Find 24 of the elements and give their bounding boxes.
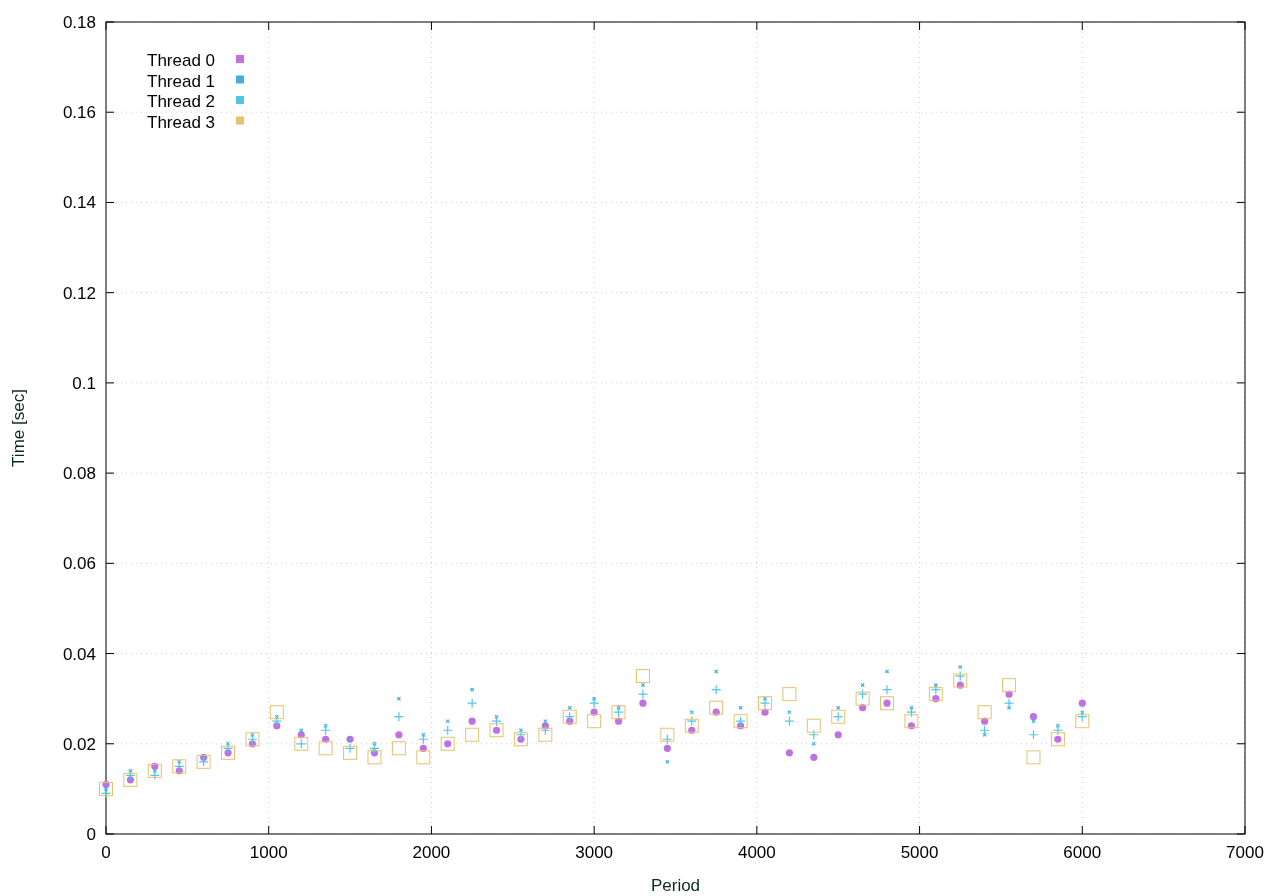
legend-label: Thread 1 [147, 71, 216, 91]
y-tick-label: 0.08 [62, 464, 96, 484]
x-tick-label: 2000 [412, 843, 451, 862]
x-tick-label: 1000 [249, 843, 288, 862]
y-axis-label: Time [sec] [9, 389, 28, 467]
x-tick-label: 0 [101, 843, 111, 862]
y-tick-label: 0.16 [62, 103, 96, 123]
x-tick-label: 3000 [575, 843, 614, 862]
y-tick-label: 0.12 [62, 283, 96, 303]
legend-label: Thread 0 [147, 51, 216, 70]
y-tick-label: 0 [86, 825, 96, 844]
y-tick-label: 0.02 [62, 734, 96, 754]
y-tick-label: 0.14 [62, 193, 96, 213]
x-axis-label: Period [650, 876, 701, 895]
x-tick-label: 5000 [900, 843, 939, 862]
y-tick-label: 0.1 [72, 373, 96, 393]
legend-label: Thread 3 [147, 112, 216, 132]
x-tick-label: 7000 [1226, 843, 1264, 862]
y-tick-label: 0.04 [62, 644, 96, 664]
y-tick-label: 0.18 [62, 13, 96, 32]
legend-label: Thread 2 [147, 92, 216, 111]
x-tick-label: 4000 [737, 843, 776, 862]
y-tick-label: 0.06 [62, 554, 96, 574]
x-tick-label: 6000 [1063, 843, 1102, 862]
